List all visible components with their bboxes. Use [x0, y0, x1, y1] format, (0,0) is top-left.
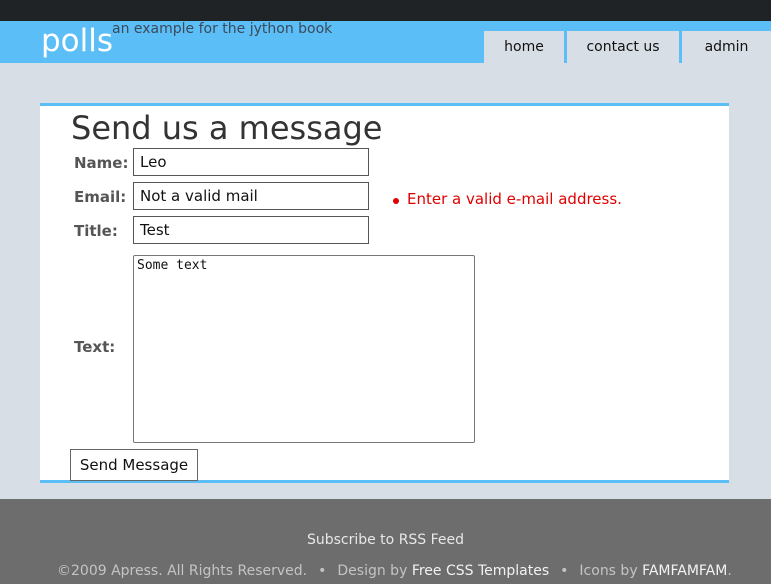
name-field[interactable]: Leo — [133, 148, 369, 176]
famfamfam-link[interactable]: FAMFAMFAM — [642, 563, 727, 579]
name-label: Name: — [74, 154, 129, 172]
icons-by-text: Icons by — [579, 563, 638, 579]
email-label: Email: — [74, 188, 127, 206]
site-logo[interactable]: polls — [41, 23, 113, 59]
nav-home[interactable]: home — [484, 31, 564, 63]
site-tagline: an example for the jython book — [112, 21, 333, 37]
text-label: Text: — [74, 338, 116, 356]
footer-separator: • — [318, 563, 327, 579]
email-error-message: Enter a valid e-mail address. — [407, 190, 622, 208]
site-header: polls an example for the jython book hom… — [0, 21, 771, 63]
nav-contact-us[interactable]: contact us — [567, 31, 679, 63]
footer-period: . — [727, 563, 732, 579]
design-by-text: Design by — [337, 563, 408, 579]
rss-feed-link[interactable]: Subscribe to RSS Feed — [0, 532, 771, 548]
copyright-text: ©2009 Apress. All Rights Reserved. — [57, 563, 308, 579]
title-label: Title: — [74, 222, 118, 240]
nav-admin[interactable]: admin — [682, 31, 771, 63]
site-footer: Subscribe to RSS Feed ©2009 Apress. All … — [0, 499, 771, 584]
footer-credits: ©2009 Apress. All Rights Reserved. • Desig… — [57, 563, 732, 579]
error-bullet-icon — [393, 198, 399, 204]
main-nav: home contact us admin — [481, 31, 771, 63]
page-title: Send us a message — [71, 109, 383, 147]
free-css-templates-link[interactable]: Free CSS Templates — [412, 563, 549, 579]
top-bar — [0, 0, 771, 21]
send-message-button[interactable]: Send Message — [70, 449, 198, 481]
message-form-panel: Send us a message Name: Leo Email: Not a… — [40, 103, 729, 483]
text-area[interactable]: Some text — [133, 255, 475, 443]
email-field[interactable]: Not a valid mail — [133, 182, 369, 210]
title-field[interactable]: Test — [133, 216, 369, 244]
footer-separator: • — [560, 563, 569, 579]
